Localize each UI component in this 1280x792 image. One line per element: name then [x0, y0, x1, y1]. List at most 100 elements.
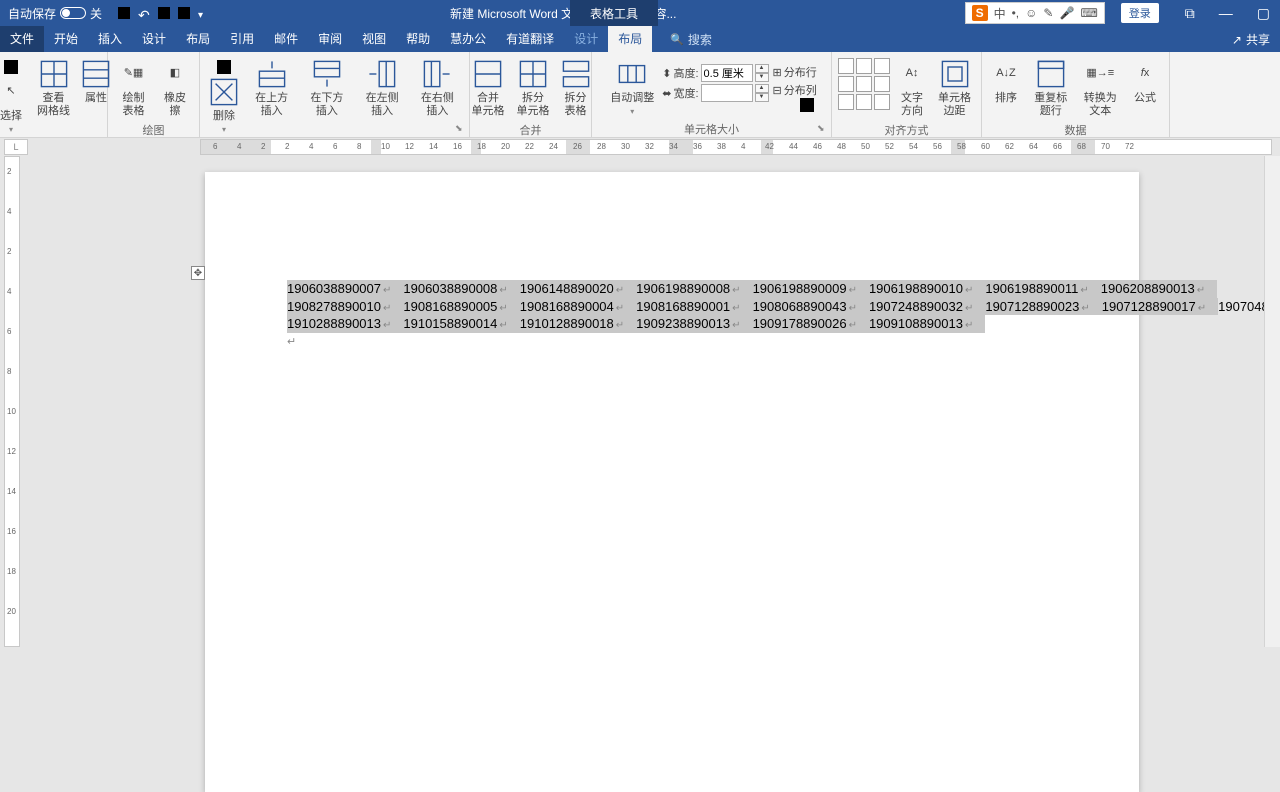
sort-button[interactable]: A↓Z 排序 — [988, 58, 1024, 107]
search-box[interactable]: 搜索 — [662, 27, 720, 52]
insert-left-icon — [368, 60, 396, 88]
height-up[interactable]: ▲ — [755, 64, 769, 73]
login-button[interactable]: 登录 — [1121, 3, 1159, 23]
table-cell[interactable]: 1906198890008 — [636, 280, 752, 298]
tab-huiban[interactable]: 慧办公 — [440, 25, 496, 52]
cell-size-launcher[interactable]: ⬊ — [817, 123, 829, 135]
repeat-header-button[interactable]: 重复标题行 — [1028, 58, 1074, 120]
table-cell[interactable]: 1906038890007 — [287, 280, 403, 298]
formula-button[interactable]: fx 公式 — [1127, 58, 1163, 107]
qat-block2-icon[interactable] — [178, 7, 190, 19]
tab-layout[interactable]: 布局 — [176, 25, 220, 52]
ime-mic-icon[interactable]: 🎤 — [1059, 6, 1074, 20]
horizontal-ruler[interactable]: 6422468101214161820222426283032343638442… — [200, 139, 1272, 155]
table-cell[interactable]: 1910288890013 — [287, 315, 403, 333]
height-down[interactable]: ▼ — [755, 73, 769, 82]
select-button[interactable]: ↖ 选择 — [0, 58, 29, 137]
split-table-button[interactable]: 拆分表格 — [558, 58, 594, 120]
table-row[interactable]: 1910288890013191015889001419101288900181… — [287, 315, 1280, 333]
tab-table-layout[interactable]: 布局 — [608, 25, 652, 52]
convert-to-text-button[interactable]: ▦→≡ 转换为文本 — [1078, 58, 1124, 120]
qat-save-icon[interactable] — [118, 7, 130, 19]
width-input[interactable] — [701, 84, 753, 102]
h-ruler-tick: 4 — [237, 142, 241, 151]
table-cell[interactable]: 1906148890020 — [520, 280, 636, 298]
vertical-scrollbar[interactable] — [1264, 156, 1280, 647]
distribute-rows-button[interactable]: ⊞分布行 — [773, 64, 817, 80]
view-gridlines-button[interactable]: 查看 网格线 — [33, 58, 74, 120]
draw-table-button[interactable]: ✎▦ 绘制表格 — [114, 58, 153, 120]
window-minimize-icon[interactable]: — — [1209, 5, 1243, 21]
table-tools-context: 表格工具 — [570, 0, 658, 26]
qat-dropdown-icon[interactable] — [198, 7, 206, 19]
vertical-ruler[interactable]: 242468101214161820 — [4, 156, 20, 647]
tab-youdao[interactable]: 有道翻译 — [496, 25, 564, 52]
insert-left-button[interactable]: 在左侧插入 — [357, 58, 408, 120]
table-row[interactable]: 1908278890010190816889000519081688900041… — [287, 298, 1280, 316]
table-cell[interactable]: 1907128890023 — [985, 298, 1101, 316]
window-feedback-icon[interactable]: ⧉ — [1175, 5, 1205, 22]
distribute-cols-button[interactable]: ⊟分布列 — [773, 82, 817, 98]
alignment-grid[interactable] — [838, 58, 890, 110]
table-cell[interactable]: 1906038890008 — [403, 280, 519, 298]
qat-block-icon[interactable] — [158, 7, 170, 19]
auto-save-toggle[interactable] — [60, 7, 86, 19]
undo-icon[interactable] — [138, 7, 150, 19]
delete-button[interactable]: 删除 — [206, 58, 242, 137]
table-cell[interactable]: 1906198890009 — [753, 280, 869, 298]
table-cell[interactable]: 1908168890001 — [636, 298, 752, 316]
table-cell[interactable]: 1909178890026 — [753, 315, 869, 333]
window-maximize-icon[interactable]: ▢ — [1247, 5, 1280, 22]
ime-lang-icon[interactable]: 中 — [994, 5, 1006, 22]
table-cell[interactable]: 1909108890013 — [869, 315, 985, 333]
tab-mailings[interactable]: 邮件 — [264, 25, 308, 52]
height-input[interactable] — [701, 64, 753, 82]
tab-design[interactable]: 设计 — [132, 25, 176, 52]
ribbon-overflow-icon[interactable] — [800, 98, 814, 112]
table-cell[interactable]: 1908168890004 — [520, 298, 636, 316]
text-direction-button[interactable]: A↕ 文字方向 — [894, 58, 930, 120]
document-content[interactable]: 1906038890007190603889000819061488900201… — [287, 280, 1280, 349]
tab-table-design[interactable]: 设计 — [564, 25, 608, 52]
ime-pen-icon[interactable]: ✎ — [1043, 6, 1053, 20]
ruler-corner[interactable]: L — [4, 139, 28, 155]
table-cell[interactable]: 1909238890013 — [636, 315, 752, 333]
table-cell[interactable]: 1908068890043 — [753, 298, 869, 316]
table-cell[interactable]: 1908278890010 — [287, 298, 403, 316]
ime-panel[interactable]: S 中 •, ☺ ✎ 🎤 ⌨ — [965, 2, 1105, 24]
table-cell[interactable]: 1906208890013 — [1101, 280, 1217, 298]
document-page: ✥ 19060388900071906038890008190614889002… — [205, 172, 1139, 792]
table-row[interactable]: 1906038890007190603889000819061488900201… — [287, 280, 1280, 298]
ime-punct-icon[interactable]: •, — [1012, 6, 1020, 20]
width-up[interactable]: ▲ — [755, 84, 769, 93]
width-down[interactable]: ▼ — [755, 93, 769, 102]
table-cell[interactable]: 1908168890005 — [403, 298, 519, 316]
table-cell[interactable]: 1907248890032 — [869, 298, 985, 316]
tab-review[interactable]: 审阅 — [308, 25, 352, 52]
ime-kb-icon[interactable]: ⌨ — [1080, 6, 1097, 20]
table-cell[interactable]: 1907128890017 — [1102, 298, 1218, 316]
tab-view[interactable]: 视图 — [352, 25, 396, 52]
insert-below-button[interactable]: 在下方插入 — [301, 58, 352, 120]
cell-margins-button[interactable]: 单元格 边距 — [934, 58, 975, 120]
tab-insert[interactable]: 插入 — [88, 25, 132, 52]
insert-right-button[interactable]: 在右侧插入 — [412, 58, 463, 120]
insert-above-button[interactable]: 在上方插入 — [246, 58, 297, 120]
tab-file[interactable]: 文件 — [0, 25, 44, 52]
table-cell[interactable]: 1910128890018 — [520, 315, 636, 333]
split-cells-button[interactable]: 拆分 单元格 — [513, 58, 554, 120]
tab-home[interactable]: 开始 — [44, 25, 88, 52]
tab-help[interactable]: 帮助 — [396, 25, 440, 52]
ime-face-icon[interactable]: ☺ — [1025, 6, 1037, 20]
rows-cols-launcher[interactable]: ⬊ — [455, 123, 467, 135]
autofit-button[interactable]: 自动调整 — [606, 58, 658, 119]
table-cell[interactable]: 1906198890011 — [985, 280, 1100, 298]
table-cell[interactable]: 1906198890010 — [869, 280, 985, 298]
tab-references[interactable]: 引用 — [220, 25, 264, 52]
select-cursor-icon: ↖ — [0, 78, 25, 106]
table-cell[interactable]: 1910158890014 — [403, 315, 519, 333]
eraser-button[interactable]: ◧ 橡皮擦 — [157, 58, 193, 120]
merge-cells-button[interactable]: 合并 单元格 — [468, 58, 509, 120]
table-move-handle[interactable]: ✥ — [191, 266, 205, 280]
share-button[interactable]: ↗共享 — [1222, 27, 1280, 52]
